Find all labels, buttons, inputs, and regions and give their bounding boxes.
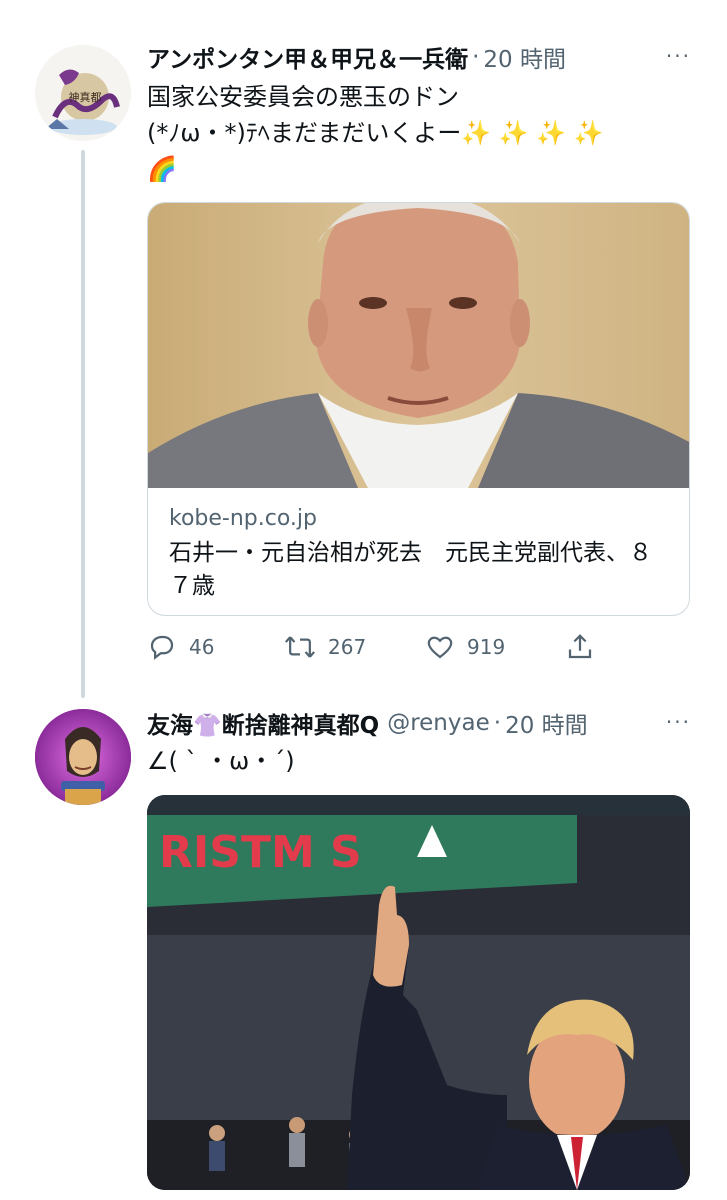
separator-dot: · [493,710,502,736]
rainbow-emoji: 🌈 [147,155,177,183]
card-domain: kobe-np.co.jp [169,506,317,531]
heart-icon [427,636,453,659]
thread-connector-line [81,150,85,698]
tweet-text: ∠( ˋ ・ω・ˊ) [147,747,295,775]
tweet-header: 友海👚断捨離神真都Q @renyae · 20 時間 [147,706,588,740]
user-handle[interactable]: @renyae [387,710,490,736]
share-icon [568,634,592,659]
reply-icon [150,635,174,660]
display-name[interactable]: 友海👚断捨離神真都Q [147,706,379,740]
separator-dot: · [472,44,480,70]
banner-text: RISTM S [159,827,362,878]
like-button[interactable]: 919 [425,632,505,662]
reply-count: 46 [189,635,215,659]
tweet-actions: 46 267 919 [147,632,617,666]
avatar[interactable]: 神真都 [35,45,131,141]
retweet-button[interactable]: 267 [284,632,366,662]
more-options-icon[interactable]: ··· [666,44,691,68]
retweet-count: 267 [328,635,367,659]
timestamp[interactable]: 20 時間 [505,706,588,740]
avatar[interactable] [35,709,131,805]
more-options-icon[interactable]: ··· [666,710,691,734]
tweet-photo[interactable]: RISTM S [147,795,690,1190]
like-count: 919 [467,635,506,659]
reply-button[interactable]: 46 [147,632,214,662]
tweet-text-line: 国家公安委員会の悪玉のドン [147,83,459,111]
share-button[interactable] [565,632,607,662]
avatar-text: 神真都 [69,90,102,104]
retweet-icon [285,636,315,658]
card-title: 石井一・元自治相が死去 元民主党副代表、８７歳 [169,540,652,599]
tweet-header: アンポンタン甲＆甲兄＆一兵衛 · 20 時間 [147,40,566,74]
link-card[interactable]: kobe-np.co.jp 石井一・元自治相が死去 元民主党副代表、８７歳 [147,202,690,616]
card-image [148,203,689,488]
tweet-text-line: (*ﾉω・*)ﾃﾍまだまだいくよー✨ ✨ ✨ ✨ [147,119,604,147]
display-name[interactable]: アンポンタン甲＆甲兄＆一兵衛 [147,40,468,74]
tweet-text: 国家公安委員会の悪玉のドン (*ﾉω・*)ﾃﾍまだまだいくよー✨ ✨ ✨ ✨ 🌈 [147,79,667,187]
timestamp[interactable]: 20 時間 [483,40,566,74]
